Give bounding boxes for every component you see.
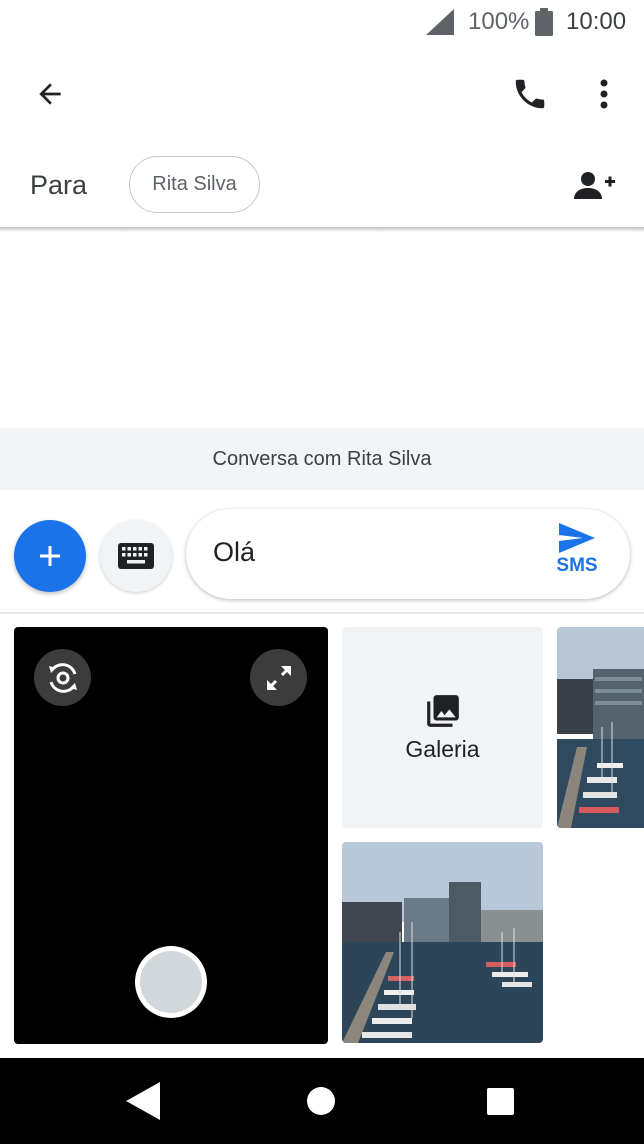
camera-preview[interactable] (14, 627, 328, 1044)
nav-recents-icon[interactable] (487, 1088, 514, 1115)
plus-icon (40, 546, 60, 566)
harbor-photo-image (557, 627, 644, 828)
gallery-button[interactable]: Galeria (342, 627, 543, 828)
header-divider (0, 227, 644, 232)
status-time: 10:00 (566, 8, 627, 35)
call-button[interactable] (505, 70, 555, 118)
fullscreen-icon (266, 665, 291, 690)
keyboard-icon (118, 543, 154, 569)
arrow-back-icon (39, 83, 61, 105)
add-person-icon (574, 172, 615, 199)
photo-library-icon (426, 695, 459, 727)
attach-button[interactable] (14, 520, 86, 592)
fullscreen-button[interactable] (250, 649, 307, 706)
conversation-banner: Conversa com Rita Silva (0, 428, 644, 490)
system-navigation-bar (0, 1058, 644, 1144)
gallery-label: Galeria (405, 736, 480, 762)
photo-thumbnail[interactable] (557, 627, 644, 828)
battery-icon (535, 8, 553, 36)
shutter-button[interactable] (135, 946, 207, 1018)
status-bar: 100% 10:00 (0, 0, 644, 46)
compose-divider (0, 612, 644, 614)
send-icon (559, 523, 595, 553)
switch-camera-icon (48, 662, 77, 693)
nav-back-icon[interactable] (126, 1082, 160, 1120)
send-button[interactable]: SMS (546, 523, 608, 587)
message-input[interactable]: Olá SMS (186, 509, 630, 599)
message-text: Olá (213, 537, 256, 567)
more-options-button[interactable] (586, 70, 622, 118)
signal-icon (426, 9, 454, 35)
nav-home-icon[interactable] (307, 1087, 335, 1115)
add-recipient-button[interactable] (566, 164, 620, 208)
back-button[interactable] (24, 70, 76, 118)
send-type-label: SMS (556, 555, 598, 576)
phone-icon (515, 79, 545, 109)
harbor-photo-image (342, 842, 543, 1043)
recipient-chip[interactable]: Rita Silva (129, 156, 260, 213)
photo-thumbnail[interactable] (342, 842, 543, 1043)
to-label: Para (30, 170, 88, 200)
more-vert-icon (600, 79, 608, 109)
shutter-inner (140, 951, 202, 1013)
battery-percentage: 100% (468, 8, 530, 35)
keyboard-toggle-button[interactable] (100, 520, 172, 592)
switch-camera-button[interactable] (34, 649, 91, 706)
